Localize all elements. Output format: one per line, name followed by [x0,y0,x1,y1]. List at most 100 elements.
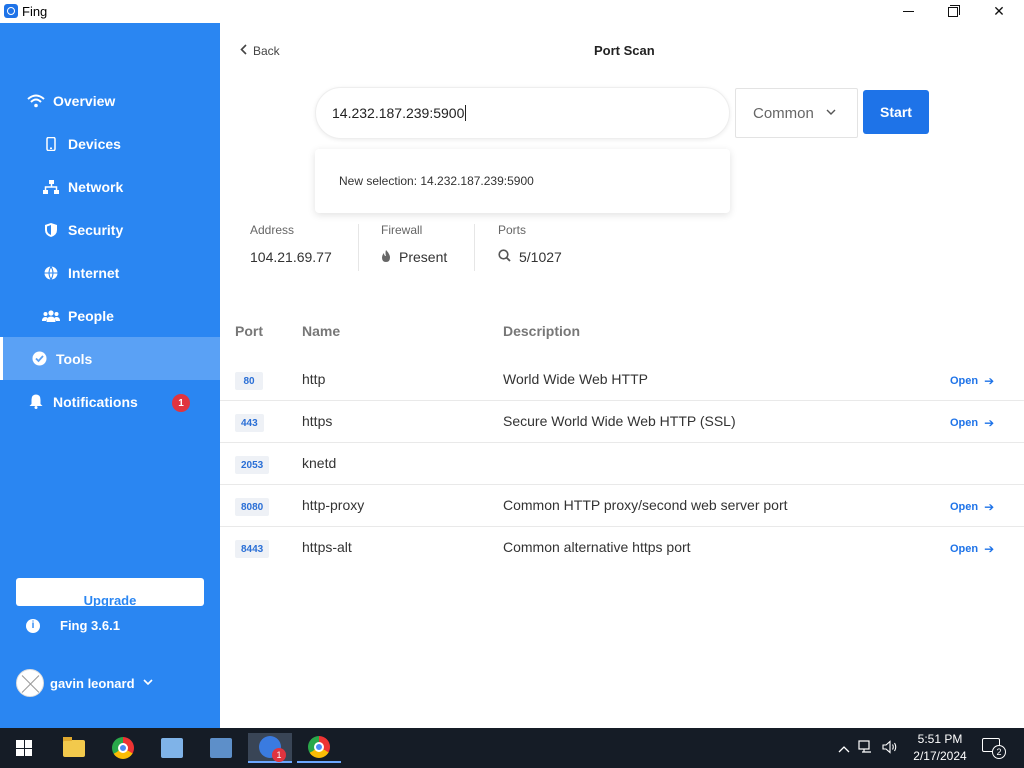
column-header-description[interactable]: Description [503,323,580,339]
computer-taskbar-button[interactable] [199,733,243,763]
port-badge: 8443 [235,540,270,558]
computer-icon [210,738,232,758]
sidebar: Overview Devices Network Security Intern… [0,23,220,728]
service-name: http [302,371,326,387]
file-explorer-taskbar-button[interactable] [52,733,96,763]
firewall-label: Firewall [381,223,423,237]
sidebar-item-security[interactable]: Security [0,208,220,251]
table-row[interactable]: 2053 knetd [220,443,1024,485]
taskbar-clock[interactable]: 5:51 PM 2/17/2024 [905,731,975,765]
chevron-down-icon [826,107,836,119]
sidebar-item-label: Overview [53,92,116,109]
table-row[interactable]: 8443 https-alt Common alternative https … [220,527,1024,569]
network-icon [42,178,60,196]
minimize-button[interactable] [885,0,931,23]
wifi-icon [27,92,45,110]
info-icon: i [26,618,40,633]
network-status-icon[interactable] [858,739,874,757]
firewall-value-row: Present [381,249,447,265]
arrow-right-icon: ➔ [984,542,995,556]
arrow-right-icon: ➔ [984,500,995,514]
folder-icon [63,736,85,757]
ports-value: 5/1027 [519,249,562,265]
table-row[interactable]: 8080 http-proxy Common HTTP proxy/second… [220,485,1024,527]
ports-value-row: 5/1027 [498,249,562,265]
scan-mode-dropdown[interactable]: Common [735,88,858,138]
sidebar-item-label: Devices [68,135,121,152]
user-menu[interactable]: gavin leonard [16,669,153,697]
sidebar-item-label: People [68,307,114,324]
chrome-taskbar-button-2[interactable] [297,733,341,763]
windows-icon [16,740,32,756]
action-center-button[interactable]: 2 [982,738,1006,759]
fing-icon: 1 [259,736,286,762]
sidebar-item-label: Security [68,221,124,238]
search-icon [498,249,511,265]
service-description: Common HTTP proxy/second web server port [503,497,788,513]
chevron-up-icon[interactable] [838,741,850,756]
column-header-port[interactable]: Port [235,323,263,339]
chrome-taskbar-button[interactable] [101,733,145,763]
service-description: World Wide Web HTTP [503,371,648,387]
chrome-icon [112,737,134,759]
chevron-down-icon [142,678,153,689]
arrow-right-icon: ➔ [984,416,995,430]
sidebar-item-overview[interactable]: Overview [0,79,220,122]
clock-date: 2/17/2024 [913,749,967,763]
close-icon: ✕ [993,3,1005,19]
stat-divider [358,224,359,271]
open-link[interactable]: Open ➔ [950,500,994,514]
sidebar-item-devices[interactable]: Devices [0,122,220,165]
check-circle-icon [30,350,48,368]
open-label: Open [950,501,979,513]
taskbar: 1 5:51 PM 2/17/2024 2 [0,728,1024,768]
volume-icon[interactable] [882,739,898,757]
sidebar-item-tools[interactable]: Tools [0,337,220,380]
sidebar-item-label: Internet [68,264,120,281]
sidebar-item-network[interactable]: Network [0,165,220,208]
sidebar-item-notifications[interactable]: Notifications 1 [0,380,220,423]
port-badge: 80 [235,372,263,390]
column-header-name[interactable]: Name [302,323,340,339]
globe-icon [42,264,60,282]
start-button[interactable] [2,733,46,763]
main-content: Back Port Scan 14.232.187.239:5900 Commo… [220,23,1024,728]
open-label: Open [950,375,979,387]
restore-icon [948,4,960,17]
open-link[interactable]: Open ➔ [950,542,994,556]
close-button[interactable]: ✕ [976,0,1022,23]
open-link[interactable]: Open ➔ [950,416,994,430]
scan-mode-value: Common [753,104,814,122]
upgrade-button[interactable]: Upgrade [16,578,204,608]
stat-divider [474,224,475,271]
port-badge: 443 [235,414,264,432]
fing-taskbar-badge: 1 [272,748,286,762]
chrome-icon [308,736,330,758]
target-address-input[interactable]: 14.232.187.239:5900 [315,87,730,139]
user-name: gavin leonard [50,675,135,691]
service-name: http-proxy [302,497,365,513]
fing-app-icon [4,4,18,18]
service-name: https-alt [302,539,352,555]
address-value: 104.21.69.77 [250,249,332,265]
sidebar-item-internet[interactable]: Internet [0,251,220,294]
service-description: Secure World Wide Web HTTP (SSL) [503,413,736,429]
fing-taskbar-button[interactable]: 1 [248,733,292,763]
network-tool-taskbar-button[interactable] [150,733,194,763]
address-label: Address [250,223,295,237]
bell-icon [27,393,45,411]
target-address-value: 14.232.187.239:5900 [332,105,465,121]
back-button[interactable]: Back [240,44,280,58]
table-row[interactable]: 443 https Secure World Wide Web HTTP (SS… [220,401,1024,443]
sidebar-item-people[interactable]: People [0,294,220,337]
sidebar-item-label: Tools [56,350,93,367]
avatar [16,669,44,697]
minimize-icon [902,11,914,12]
upgrade-label: Upgrade [83,593,137,608]
autocomplete-suggestion[interactable]: New selection: 14.232.187.239:5900 [315,149,730,213]
sidebar-item-label: Notifications [53,393,138,410]
open-link[interactable]: Open ➔ [950,374,994,388]
start-button[interactable]: Start [863,90,929,134]
maximize-button[interactable] [930,0,976,23]
table-row[interactable]: 80 http World Wide Web HTTP Open ➔ [220,359,1024,401]
